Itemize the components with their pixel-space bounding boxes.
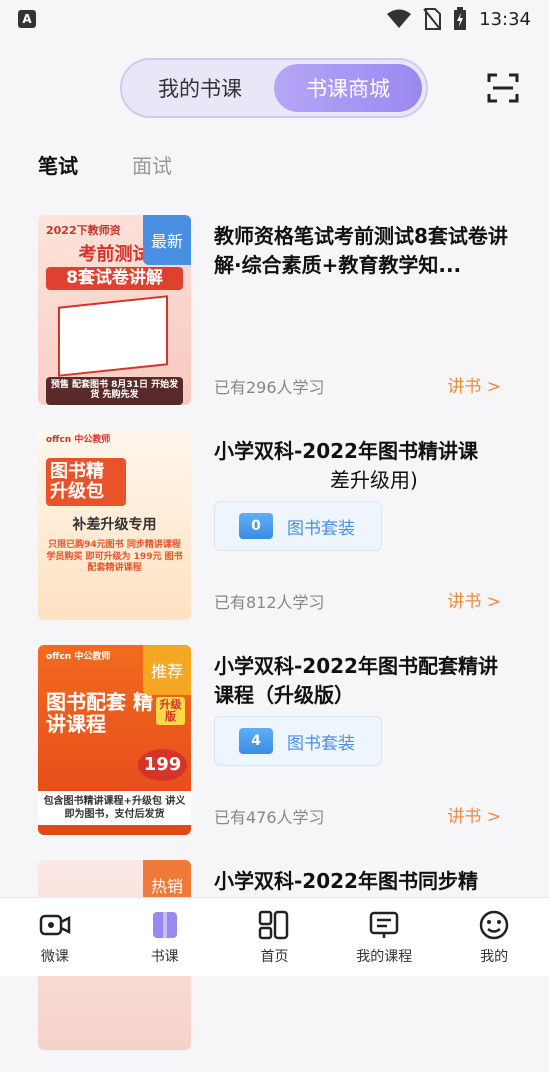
cover-sub-text: 8套试卷讲解 [46, 267, 183, 290]
lecture-link[interactable]: 讲书 > [447, 802, 501, 827]
course-title-line2: 差升级用) [330, 468, 418, 492]
list-item[interactable]: offcn 中公教师 图书精 升级包 补差升级专用 只限已购94元图书 同步精讲… [0, 427, 549, 642]
sub-tabs: 笔试 面试 [38, 150, 172, 179]
nav-label: 首页 [260, 949, 289, 965]
smiley-face-icon [479, 910, 509, 940]
nav-label: 微课 [40, 949, 69, 965]
learner-count: 已有296人学习 [214, 378, 325, 397]
cover-brand-text: offcn 中公教师 [46, 435, 111, 445]
course-cover: offcn 中公教师 图书配套 精讲课程 升级版 199 包含图书精讲课程+升级… [38, 645, 191, 835]
course-title: 小学双科-2022年图书配套精讲课程（升级版） [214, 654, 498, 707]
cover-foot-text: 包含图书精讲课程+升级包 讲义即为图书，支付后发货 [38, 791, 191, 825]
nav-label: 我的课程 [356, 949, 413, 965]
tab-my-courses[interactable]: 我的书课 [126, 64, 274, 112]
course-cover: offcn 中公教师 图书精 升级包 补差升级专用 只限已购94元图书 同步精讲… [38, 430, 191, 620]
wifi-icon [387, 9, 412, 28]
scan-icon[interactable] [487, 72, 519, 104]
learner-count: 已有476人学习 [214, 808, 325, 827]
nav-profile[interactable]: 我的 [439, 898, 549, 976]
nav-label: 书课 [150, 949, 179, 965]
course-title: 小学双科-2022年图书同步精 [214, 869, 478, 893]
cover-tag-text: 升级版 [156, 697, 185, 726]
battery-charging-icon [454, 7, 467, 30]
status-bar: A 13:34 [0, 0, 549, 38]
package-label: 图书套装 [287, 518, 355, 539]
course-title: 小学双科-2022年图书精讲课 [214, 439, 478, 463]
home-grid-icon [259, 910, 289, 940]
badge-recommend: 推荐 [143, 645, 191, 695]
course-screen-icon [370, 911, 399, 938]
segment-control: 我的书课 书课商城 [120, 58, 428, 118]
cover-main-text: 图书精 升级包 [46, 458, 126, 506]
nav-micro-course[interactable]: 微课 [0, 898, 110, 976]
book-package-button[interactable]: 4 图书套装 [214, 716, 382, 766]
cover-main-text: 图书配套 精讲课程 [46, 690, 153, 736]
cover-sub-text: 补差升级专用 [72, 517, 157, 533]
list-item[interactable]: offcn 中公教师 图书配套 精讲课程 升级版 199 包含图书精讲课程+升级… [0, 642, 549, 857]
tab-interview[interactable]: 面试 [132, 150, 172, 179]
folder-icon: 4 [239, 728, 273, 754]
course-cover: 2022下教师资 考前测试 8套试卷讲解 预售 配套图书 8月31日 开始发货 … [38, 215, 191, 405]
book-package-button[interactable]: 0 图书套装 [214, 501, 382, 551]
status-time: 13:34 [479, 8, 531, 30]
tab-store[interactable]: 书课商城 [274, 64, 422, 112]
status-right: 13:34 [387, 7, 531, 31]
package-label: 图书套装 [287, 733, 355, 754]
nav-my-courses[interactable]: 我的课程 [329, 898, 439, 976]
nav-label: 我的 [480, 949, 509, 965]
cover-foot-text: 预售 配套图书 8月31日 开始发货 先购先发 [46, 377, 183, 405]
nav-home[interactable]: 首页 [220, 898, 330, 976]
folder-icon: 0 [239, 513, 273, 539]
book-icon [152, 912, 177, 938]
cover-foot-text: 只限已购94元图书 同步精讲课程学员购买 即可升级为 199元 图书配套精讲课程 [46, 540, 183, 574]
learner-count: 已有812人学习 [214, 593, 325, 612]
cover-price-text: 199 [138, 749, 187, 781]
list-item[interactable]: 2022下教师资 考前测试 8套试卷讲解 预售 配套图书 8月31日 开始发货 … [0, 212, 549, 427]
lecture-link[interactable]: 讲书 > [447, 587, 501, 612]
accessibility-app-icon: A [18, 10, 36, 28]
nav-book-course[interactable]: 书课 [110, 898, 220, 976]
course-title: 教师资格笔试考前测试8套试卷讲解·综合素质+教育教学知... [214, 224, 508, 277]
video-camera-icon [39, 914, 71, 936]
cover-book-illustration [58, 295, 168, 377]
lecture-link[interactable]: 讲书 > [447, 372, 501, 397]
tab-written[interactable]: 笔试 [38, 150, 78, 179]
bottom-nav: 微课 书课 首页 我的课程 我的 [0, 897, 549, 976]
no-sim-icon [423, 8, 442, 30]
badge-new: 最新 [143, 215, 191, 265]
